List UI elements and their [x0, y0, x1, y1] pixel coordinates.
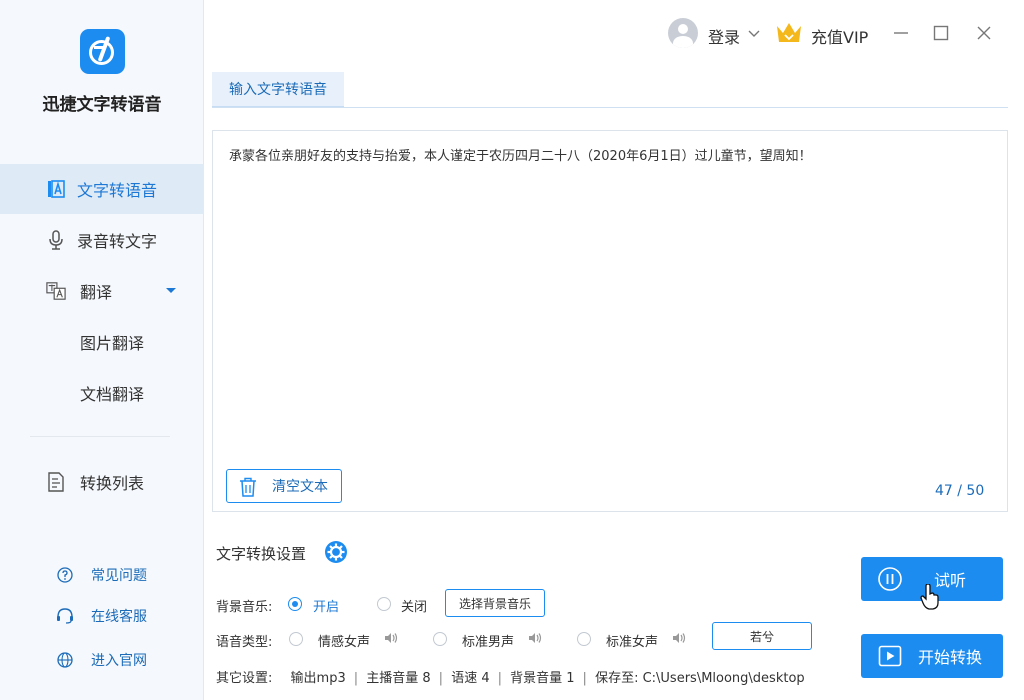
bgm-volume-setting[interactable]: 背景音量 1	[510, 671, 574, 686]
globe-icon	[56, 651, 74, 669]
speaker-icon[interactable]	[384, 632, 398, 644]
text-editor[interactable]: 承蒙各位亲朋好友的支持与抬爱，本人谨定于农历四月二十八（2020年6月1日）过儿…	[212, 130, 1008, 512]
sidebar: 迅捷文字转语音 文字转语音 录音转文字 翻译 图片翻译 文档翻译 转换列表 常见…	[0, 0, 204, 700]
maximize-button[interactable]	[928, 20, 954, 46]
start-convert-button[interactable]: 开始转换	[861, 634, 1003, 678]
sidebar-item-document-translate[interactable]: 文档翻译	[0, 373, 204, 413]
speaker-icon[interactable]	[528, 632, 542, 644]
sidebar-item-conversion-list[interactable]: 转换列表	[0, 457, 204, 507]
sidebar-item-speech-to-text[interactable]: 录音转文字	[0, 215, 204, 265]
clear-text-button[interactable]: 清空文本	[226, 469, 342, 503]
close-button[interactable]	[971, 20, 997, 46]
document-list-icon	[46, 472, 66, 492]
pause-circle-icon	[878, 567, 902, 591]
bgm-on-label[interactable]: 开启	[313, 596, 339, 615]
caret-down-icon	[166, 288, 176, 293]
speech-rate-setting[interactable]: 语速 4	[451, 671, 489, 686]
sidebar-item-label: 翻译	[80, 283, 113, 302]
help-item-label: 常见问题	[91, 568, 147, 584]
sidebar-divider	[30, 436, 170, 437]
voice-standard-female-radio[interactable]	[577, 632, 591, 646]
help-item-online-service[interactable]: 在线客服	[0, 603, 204, 629]
sidebar-item-label: 文字转语音	[77, 181, 158, 200]
bgm-on-radio[interactable]	[288, 597, 302, 611]
sidebar-item-label: 图片翻译	[80, 334, 145, 353]
character-counter: 47 / 50	[935, 483, 985, 499]
voice-emotional-female-radio[interactable]	[289, 632, 303, 646]
output-format-setting[interactable]: 输出mp3	[291, 671, 346, 686]
bgm-off-label[interactable]: 关闭	[401, 596, 427, 615]
sidebar-item-label: 文档翻译	[80, 385, 145, 404]
save-path-setting[interactable]: 保存至: C:\Users\Mloong\desktop	[595, 671, 805, 686]
chevron-down-icon[interactable]	[748, 26, 760, 37]
crown-icon	[775, 20, 803, 46]
anchor-volume-setting[interactable]: 主播音量 8	[366, 671, 430, 686]
vip-recharge-link[interactable]: 充值VIP	[811, 24, 868, 48]
sidebar-item-label: 录音转文字	[77, 232, 158, 251]
speaker-icon[interactable]	[672, 632, 686, 644]
play-square-icon	[878, 644, 902, 668]
app-logo-icon	[80, 29, 125, 74]
settings-title: 文字转换设置	[216, 545, 307, 563]
login-link[interactable]: 登录	[708, 24, 740, 48]
start-convert-label: 开始转换	[918, 648, 983, 667]
question-icon	[56, 566, 74, 584]
microphone-icon	[46, 230, 66, 250]
voice-type-label: 语音类型:	[216, 635, 273, 650]
help-item-website[interactable]: 进入官网	[0, 647, 204, 673]
bgm-off-radio[interactable]	[377, 597, 391, 611]
tab-text-input[interactable]: 输入文字转语音	[212, 72, 344, 108]
trash-icon	[239, 477, 257, 497]
editor-text[interactable]: 承蒙各位亲朋好友的支持与抬爱，本人谨定于农历四月二十八（2020年6月1日）过儿…	[229, 147, 989, 167]
avatar[interactable]	[668, 18, 698, 48]
help-item-label: 进入官网	[91, 653, 147, 669]
help-item-label: 在线客服	[91, 609, 147, 625]
text-a-icon	[46, 179, 66, 199]
more-voices-button[interactable]: 若兮	[712, 622, 812, 650]
hand-cursor-icon	[920, 583, 940, 610]
headset-icon	[56, 607, 74, 625]
bgm-label: 背景音乐:	[216, 600, 273, 615]
sidebar-item-image-translate[interactable]: 图片翻译	[0, 322, 204, 362]
sidebar-item-translate[interactable]: 翻译	[0, 266, 204, 316]
voice-option-label[interactable]: 情感女声	[318, 631, 370, 650]
voice-standard-male-radio[interactable]	[433, 632, 447, 646]
choose-bgm-button[interactable]: 选择背景音乐	[445, 589, 545, 617]
other-settings-line: 其它设置: 输出mp3 | 主播音量 8 | 语速 4 | 背景音量 1 | 保存至: …	[216, 671, 805, 686]
tab-divider	[212, 107, 1008, 108]
voice-option-label[interactable]: 标准女声	[606, 631, 658, 650]
voice-option-label[interactable]: 标准男声	[462, 631, 514, 650]
app-name: 迅捷文字转语音	[42, 95, 162, 115]
sidebar-item-label: 转换列表	[80, 474, 145, 493]
gear-icon[interactable]	[324, 540, 348, 564]
minimize-button[interactable]	[888, 20, 914, 46]
clear-text-label: 清空文本	[272, 479, 328, 495]
other-settings-label: 其它设置:	[216, 671, 273, 686]
help-item-faq[interactable]: 常见问题	[0, 562, 204, 588]
translate-icon	[46, 281, 66, 301]
sidebar-item-text-to-speech[interactable]: 文字转语音	[0, 164, 204, 214]
